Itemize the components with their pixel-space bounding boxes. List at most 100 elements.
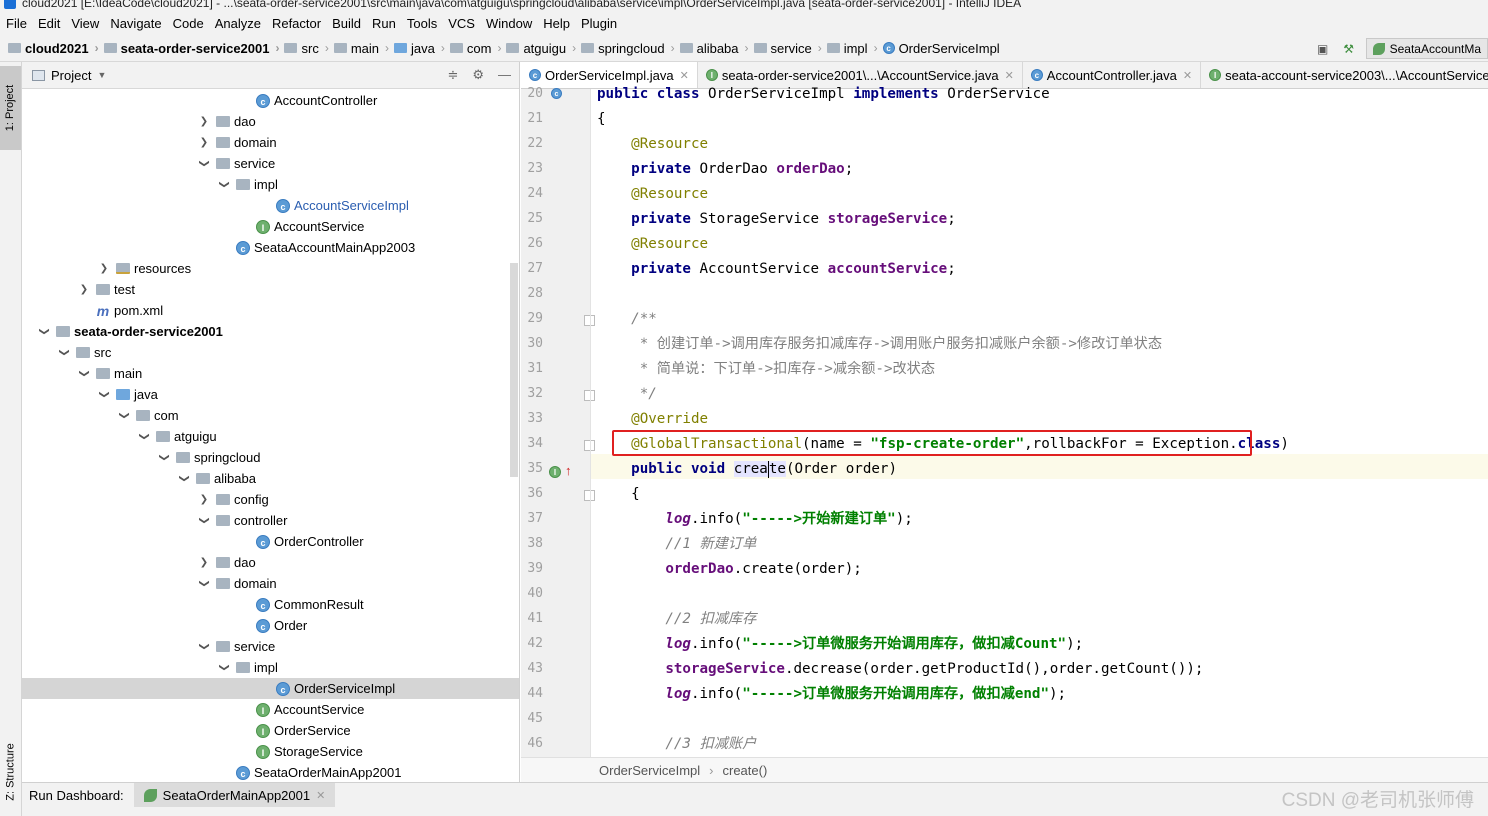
tree-item[interactable]: ❯ springcloud [22, 447, 519, 468]
chevron-down-icon[interactable]: ❯ [79, 368, 90, 380]
collapse-all-icon[interactable]: ≑ [447, 67, 458, 83]
breadcrumb-item[interactable]: springcloud › [581, 41, 680, 56]
chevron-right-icon[interactable]: ❯ [198, 137, 210, 148]
tree-item[interactable]: I AccountService [22, 216, 519, 237]
code-line[interactable]: log.info("----->订单微服务开始调用库存，做扣减end"); [597, 682, 1066, 707]
tree-item[interactable]: ❯ service [22, 153, 519, 174]
menu-code[interactable]: Code [173, 16, 204, 31]
code-line[interactable]: storageService.decrease(order.getProduct… [597, 657, 1203, 682]
chevron-down-icon[interactable]: ❯ [219, 662, 230, 674]
menu-refactor[interactable]: Refactor [272, 16, 321, 31]
menu-help[interactable]: Help [543, 16, 570, 31]
code-line[interactable]: { [597, 107, 606, 132]
tree-item[interactable]: I AccountService [22, 699, 519, 720]
chevron-down-icon[interactable]: ❯ [59, 347, 70, 359]
chevron-down-icon[interactable]: ❯ [159, 452, 170, 464]
chevron-right-icon[interactable]: ❯ [198, 494, 210, 505]
breadcrumb-item[interactable]: atguigu › [506, 41, 581, 56]
tree-item[interactable]: ❯ domain [22, 132, 519, 153]
menu-view[interactable]: View [71, 16, 99, 31]
chevron-down-icon[interactable]: ❯ [219, 179, 230, 191]
menu-file[interactable]: File [6, 16, 27, 31]
menu-navigate[interactable]: Navigate [110, 16, 161, 31]
code-line[interactable]: //3 扣减账户 [597, 732, 756, 757]
breadcrumb-item[interactable]: java › [394, 41, 450, 56]
tree-item[interactable]: ❯ test [22, 279, 519, 300]
tree-item[interactable]: c AccountController [22, 90, 519, 111]
chevron-down-icon[interactable]: ▼ [97, 70, 106, 80]
breadcrumb-item[interactable]: impl › [826, 41, 883, 56]
tree-item[interactable]: c SeataOrderMainApp2001 [22, 762, 519, 782]
run-config-selector[interactable]: SeataAccountMa [1365, 38, 1488, 59]
close-icon[interactable]: ✕ [316, 789, 325, 802]
code-line[interactable]: * 简单说：下订单->扣库存->减余额->改状态 [597, 357, 935, 382]
close-icon[interactable]: ✕ [1005, 69, 1014, 82]
code-area[interactable]: public class OrderServiceImpl implements… [597, 86, 1487, 757]
project-tool-button[interactable]: 1: Project [0, 66, 21, 150]
editor-tab[interactable]: Iseata-account-service2003\...\AccountSe… [1201, 62, 1488, 88]
breadcrumb-item[interactable]: c OrderServiceImpl [882, 41, 1000, 56]
tree-item[interactable]: c Order [22, 615, 519, 636]
tree-item[interactable]: ❯ dao [22, 552, 519, 573]
chevron-down-icon[interactable]: ❯ [199, 515, 210, 527]
structure-tool-button[interactable]: Z: Structure [0, 730, 21, 814]
tree-item[interactable]: ❯ src [22, 342, 519, 363]
code-line[interactable]: @Override [597, 407, 708, 432]
tree-item[interactable]: ❯ alibaba [22, 468, 519, 489]
chevron-down-icon[interactable]: ❯ [119, 410, 130, 422]
breadcrumb-class[interactable]: OrderServiceImpl [599, 763, 700, 778]
code-line[interactable]: public void create(Order order) [597, 457, 897, 482]
close-icon[interactable]: ✕ [1183, 69, 1192, 82]
hammer-icon[interactable]: ⚒ [1340, 40, 1358, 58]
code-line[interactable]: */ [597, 382, 657, 407]
chevron-down-icon[interactable]: ❯ [199, 158, 210, 170]
code-line[interactable]: private AccountService accountService; [597, 257, 956, 282]
menu-analyze[interactable]: Analyze [215, 16, 261, 31]
code-line[interactable]: { [597, 482, 640, 507]
tree-item[interactable]: ❯ main [22, 363, 519, 384]
close-icon[interactable]: ✕ [680, 69, 689, 82]
menu-edit[interactable]: Edit [38, 16, 60, 31]
run-dashboard-tab[interactable]: SeataOrderMainApp2001 ✕ [133, 782, 336, 808]
build-project-icon[interactable]: ▣ [1314, 40, 1332, 58]
chevron-right-icon[interactable]: ❯ [78, 284, 90, 295]
code-line[interactable]: private StorageService storageService; [597, 207, 956, 232]
tree-item[interactable]: m pom.xml [22, 300, 519, 321]
menu-window[interactable]: Window [486, 16, 532, 31]
code-line[interactable]: private OrderDao orderDao; [597, 157, 853, 182]
tree-item[interactable]: ❯ java [22, 384, 519, 405]
menu-tools[interactable]: Tools [407, 16, 437, 31]
breadcrumb-item[interactable]: src › [284, 41, 333, 56]
code-line[interactable]: /** [597, 307, 657, 332]
breadcrumb-item[interactable]: seata-order-service2001 › [103, 41, 285, 56]
breadcrumb-method[interactable]: create() [722, 763, 767, 778]
tree-item[interactable]: ❯ impl [22, 657, 519, 678]
chevron-right-icon[interactable]: ❯ [198, 116, 210, 127]
chevron-down-icon[interactable]: ❯ [199, 641, 210, 653]
tree-item[interactable]: ❯ config [22, 489, 519, 510]
breadcrumb-item[interactable]: alibaba › [679, 41, 754, 56]
chevron-down-icon[interactable]: ❯ [39, 326, 50, 338]
chevron-down-icon[interactable]: ❯ [139, 431, 150, 443]
tree-item[interactable]: I OrderService [22, 720, 519, 741]
tree-item[interactable]: c OrderController [22, 531, 519, 552]
tree-item[interactable]: ❯ dao [22, 111, 519, 132]
chevron-right-icon[interactable]: ❯ [98, 263, 110, 274]
menu-plugin[interactable]: Plugin [581, 16, 617, 31]
tree-item[interactable]: c AccountServiceImpl [22, 195, 519, 216]
menu-vcs[interactable]: VCS [448, 16, 475, 31]
code-line[interactable]: @Resource [597, 232, 708, 257]
project-panel-title[interactable]: Project [51, 68, 91, 83]
code-line[interactable]: * 创建订单->调用库存服务扣减库存->调用账户服务扣减账户余额->修改订单状态 [597, 332, 1162, 357]
tree-item[interactable]: I StorageService [22, 741, 519, 762]
code-line[interactable]: @Resource [597, 132, 708, 157]
chevron-down-icon[interactable]: ❯ [179, 473, 190, 485]
code-line[interactable]: public class OrderServiceImpl implements… [597, 82, 1050, 107]
tree-item[interactable]: ❯ resources [22, 258, 519, 279]
code-line[interactable]: @Resource [597, 182, 708, 207]
gear-icon[interactable]: ⚙ [472, 67, 484, 83]
breadcrumb-item[interactable]: cloud2021 › [8, 41, 104, 56]
tree-item[interactable]: ❯ impl [22, 174, 519, 195]
tree-item[interactable]: ❯ service [22, 636, 519, 657]
code-line[interactable]: orderDao.create(order); [597, 557, 861, 582]
